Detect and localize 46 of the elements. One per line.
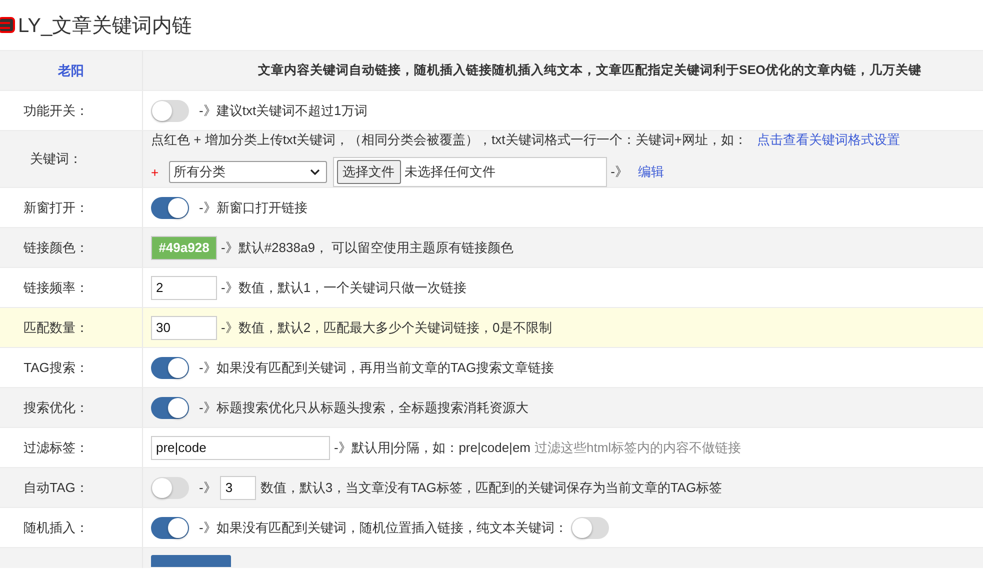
setting-note: 数值，默认3，当文章没有TAG标签，匹配到的关键词保存为当前文章的TAG标签 <box>260 478 722 496</box>
author-name: 老阳 <box>56 62 84 80</box>
setting-note: -》如果没有匹配到关键词，随机位置插入链接，纯文本关键词： <box>199 518 568 536</box>
caret-icon <box>310 169 320 175</box>
hint-text: 过滤这些html标签内的内容不做链接 <box>534 438 742 456</box>
setting-note: -》新窗口打开链接 <box>199 198 308 216</box>
setting-label: 关键词： <box>30 150 82 168</box>
setting-label: 搜索优化： <box>24 398 88 416</box>
input-field[interactable]: 30 <box>151 316 217 340</box>
input-field[interactable]: pre|code <box>151 436 330 460</box>
toggle-switch[interactable] <box>151 396 189 418</box>
setting-note: -》 <box>610 163 628 181</box>
setting-note: 点红色 + 增加分类上传txt关键词，（相同分类会被覆盖），txt关键词格式一行一个：关键词+网址，如： <box>151 131 747 149</box>
text-link[interactable]: 点击查看关键词格式设置 <box>756 131 900 149</box>
setting-label: 链接颜色： <box>24 238 88 256</box>
text-link[interactable]: 编辑 <box>638 163 664 181</box>
page-title: LY_文章关键词内链 <box>18 14 192 38</box>
setting-label: 随机插入： <box>24 518 88 536</box>
add-category-plus[interactable]: + <box>151 164 159 180</box>
toggle-switch[interactable] <box>151 196 189 218</box>
toggle-switch[interactable] <box>151 356 189 378</box>
setting-note: -》标题搜索优化只从标题头搜索，全标题搜索消耗资源大 <box>199 398 528 416</box>
toggle-switch[interactable] <box>151 476 189 498</box>
input-field[interactable]: 3 <box>220 476 256 500</box>
setting-label: 新窗打开： <box>24 198 88 216</box>
category-select[interactable]: 所有分类 <box>168 161 327 183</box>
menu-icon <box>0 16 16 34</box>
setting-note: -》数值，默认2，匹配最大多少个关键词链接，0是不限制 <box>221 318 552 336</box>
toggle-switch[interactable] <box>151 100 189 122</box>
toggle-switch[interactable] <box>151 516 189 538</box>
input-field[interactable]: 2 <box>151 276 217 300</box>
setting-label: 功能开关： <box>24 102 88 120</box>
setting-note: -》默认用|分隔，如：pre|code|em <box>334 438 530 456</box>
setting-label: 过滤标签： <box>24 438 88 456</box>
setting-note: -》 <box>199 478 216 496</box>
setting-label: 自动TAG： <box>24 478 88 496</box>
setting-note: -》数值，默认1，一个关键词只做一次链接 <box>221 278 467 296</box>
setting-note: -》如果没有匹配到关键词，再用当前文章的TAG搜索文章链接 <box>199 358 554 376</box>
file-input[interactable]: 选择文件 未选择任何文件 <box>332 157 607 187</box>
setting-note: -》默认#2838a9， 可以留空使用主题原有链接颜色 <box>221 238 514 256</box>
toggle-switch[interactable] <box>571 516 610 538</box>
setting-label: 链接频率： <box>24 278 88 296</box>
setting-note: -》建议txt关键词不超过1万词 <box>199 102 368 120</box>
setting-label: TAG搜索： <box>24 358 88 376</box>
setting-label: 匹配数量： <box>24 318 88 336</box>
plugin-description: 文章内容关键词自动链接，随机插入链接随机插入纯文本，文章匹配指定关键词利于SEO优化的文章内链，几万关键 <box>258 62 922 79</box>
